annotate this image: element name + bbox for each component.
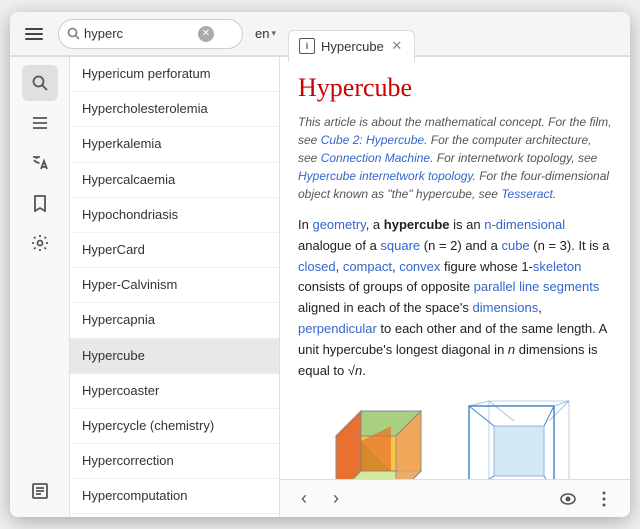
search-result-item[interactable]: Hypercoaster (70, 374, 279, 409)
translate-icon (31, 154, 49, 172)
search-clear-button[interactable]: ✕ (198, 26, 214, 42)
top-bar: ✕ en ▾ i Hypercube ✕ (10, 12, 630, 56)
link-geometry[interactable]: geometry (312, 217, 365, 232)
article-content: Hypercube This article is about the math… (280, 57, 630, 479)
more-button[interactable] (590, 485, 618, 513)
eye-icon (559, 492, 577, 506)
chevron-down-icon: ▾ (271, 28, 276, 39)
link-convex[interactable]: convex (399, 259, 440, 274)
article-hatnote: This article is about the mathematical c… (298, 113, 612, 203)
search-result-item[interactable]: Hypercomputation (70, 479, 279, 514)
article-bottom-bar: ‹ › (280, 479, 630, 517)
search-result-item[interactable]: Hypercube (70, 339, 279, 374)
cube-images (321, 391, 589, 479)
link-parallel-line-segments[interactable]: parallel line segments (474, 279, 600, 294)
tab-zone: i Hypercube ✕ (288, 12, 622, 56)
sidebar-icon-history[interactable] (22, 473, 58, 509)
link-cube[interactable]: cube (501, 238, 529, 253)
language-label: en (255, 26, 269, 41)
history-icon (31, 482, 49, 500)
search-input[interactable] (84, 26, 194, 41)
search-result-item[interactable]: Hypercalcaemia (70, 163, 279, 198)
tab-title: Hypercube (321, 39, 384, 54)
bookmark-icon (31, 194, 49, 212)
forward-button[interactable]: › (324, 487, 348, 511)
search-result-item[interactable]: HyperCard (70, 233, 279, 268)
language-selector[interactable]: en ▾ (251, 24, 280, 43)
4cube-image (459, 391, 589, 479)
article-tab-icon: i (299, 38, 315, 54)
article-tab[interactable]: i Hypercube ✕ (288, 30, 415, 62)
search-icon (67, 27, 80, 40)
sidebar-icon-toc[interactable] (22, 105, 58, 141)
sidebar (10, 57, 70, 517)
search-bar: ✕ (58, 19, 243, 49)
sidebar-icon-settings[interactable] (22, 225, 58, 261)
article-image-area (298, 391, 612, 479)
link-skeleton[interactable]: skeleton (533, 259, 581, 274)
sidebar-icon-languages[interactable] (22, 145, 58, 181)
link-compact[interactable]: compact (343, 259, 392, 274)
menu-button[interactable] (18, 18, 50, 50)
list-icon (31, 114, 49, 132)
sidebar-icon-search[interactable] (22, 65, 58, 101)
search-result-item[interactable]: Hypercapnia (70, 303, 279, 338)
link-dimensions[interactable]: dimensions (473, 300, 539, 315)
article-title: Hypercube (298, 73, 612, 103)
hatnote-link-connection-machine[interactable]: Connection Machine (321, 151, 430, 165)
hatnote-link-tesseract[interactable]: Tesseract (501, 187, 553, 201)
search-result-item[interactable]: Hyperkalemia (70, 127, 279, 162)
back-button[interactable]: ‹ (292, 487, 316, 511)
app-window: ✕ en ▾ i Hypercube ✕ (10, 12, 630, 517)
hamburger-icon (25, 28, 43, 40)
search-result-item[interactable]: Hypercomplex number (70, 514, 279, 517)
link-n-dimensional[interactable]: n-dimensional (484, 217, 565, 232)
hatnote-link-cube2[interactable]: Cube 2: Hypercube (321, 133, 424, 147)
tab-close-button[interactable]: ✕ (390, 39, 404, 53)
search-result-item[interactable]: Hypercycle (chemistry) (70, 409, 279, 444)
sidebar-icon-bookmark[interactable] (22, 185, 58, 221)
link-perpendicular[interactable]: perpendicular (298, 321, 377, 336)
link-square[interactable]: square (380, 238, 420, 253)
search-result-item[interactable]: Hyper-Calvinism (70, 268, 279, 303)
article-body: In geometry, a hypercube is an n-dimensi… (298, 215, 612, 381)
3cube-image (321, 391, 451, 479)
search-result-item[interactable]: Hypericum perforatum (70, 57, 279, 92)
search-results-panel: Hypericum perforatumHypercholesterolemia… (70, 57, 280, 517)
search-result-item[interactable]: Hypochondriasis (70, 198, 279, 233)
search-sidebar-icon (31, 74, 49, 92)
search-result-item[interactable]: Hypercholesterolemia (70, 92, 279, 127)
main-content: Hypericum perforatumHypercholesterolemia… (10, 56, 630, 517)
eye-button[interactable] (554, 485, 582, 513)
hatnote-link-hypercube-topology[interactable]: Hypercube internetwork topology (298, 169, 473, 183)
more-icon (595, 490, 613, 508)
search-result-item[interactable]: Hypercorrection (70, 444, 279, 479)
link-closed[interactable]: closed (298, 259, 336, 274)
gear-icon (31, 234, 49, 252)
